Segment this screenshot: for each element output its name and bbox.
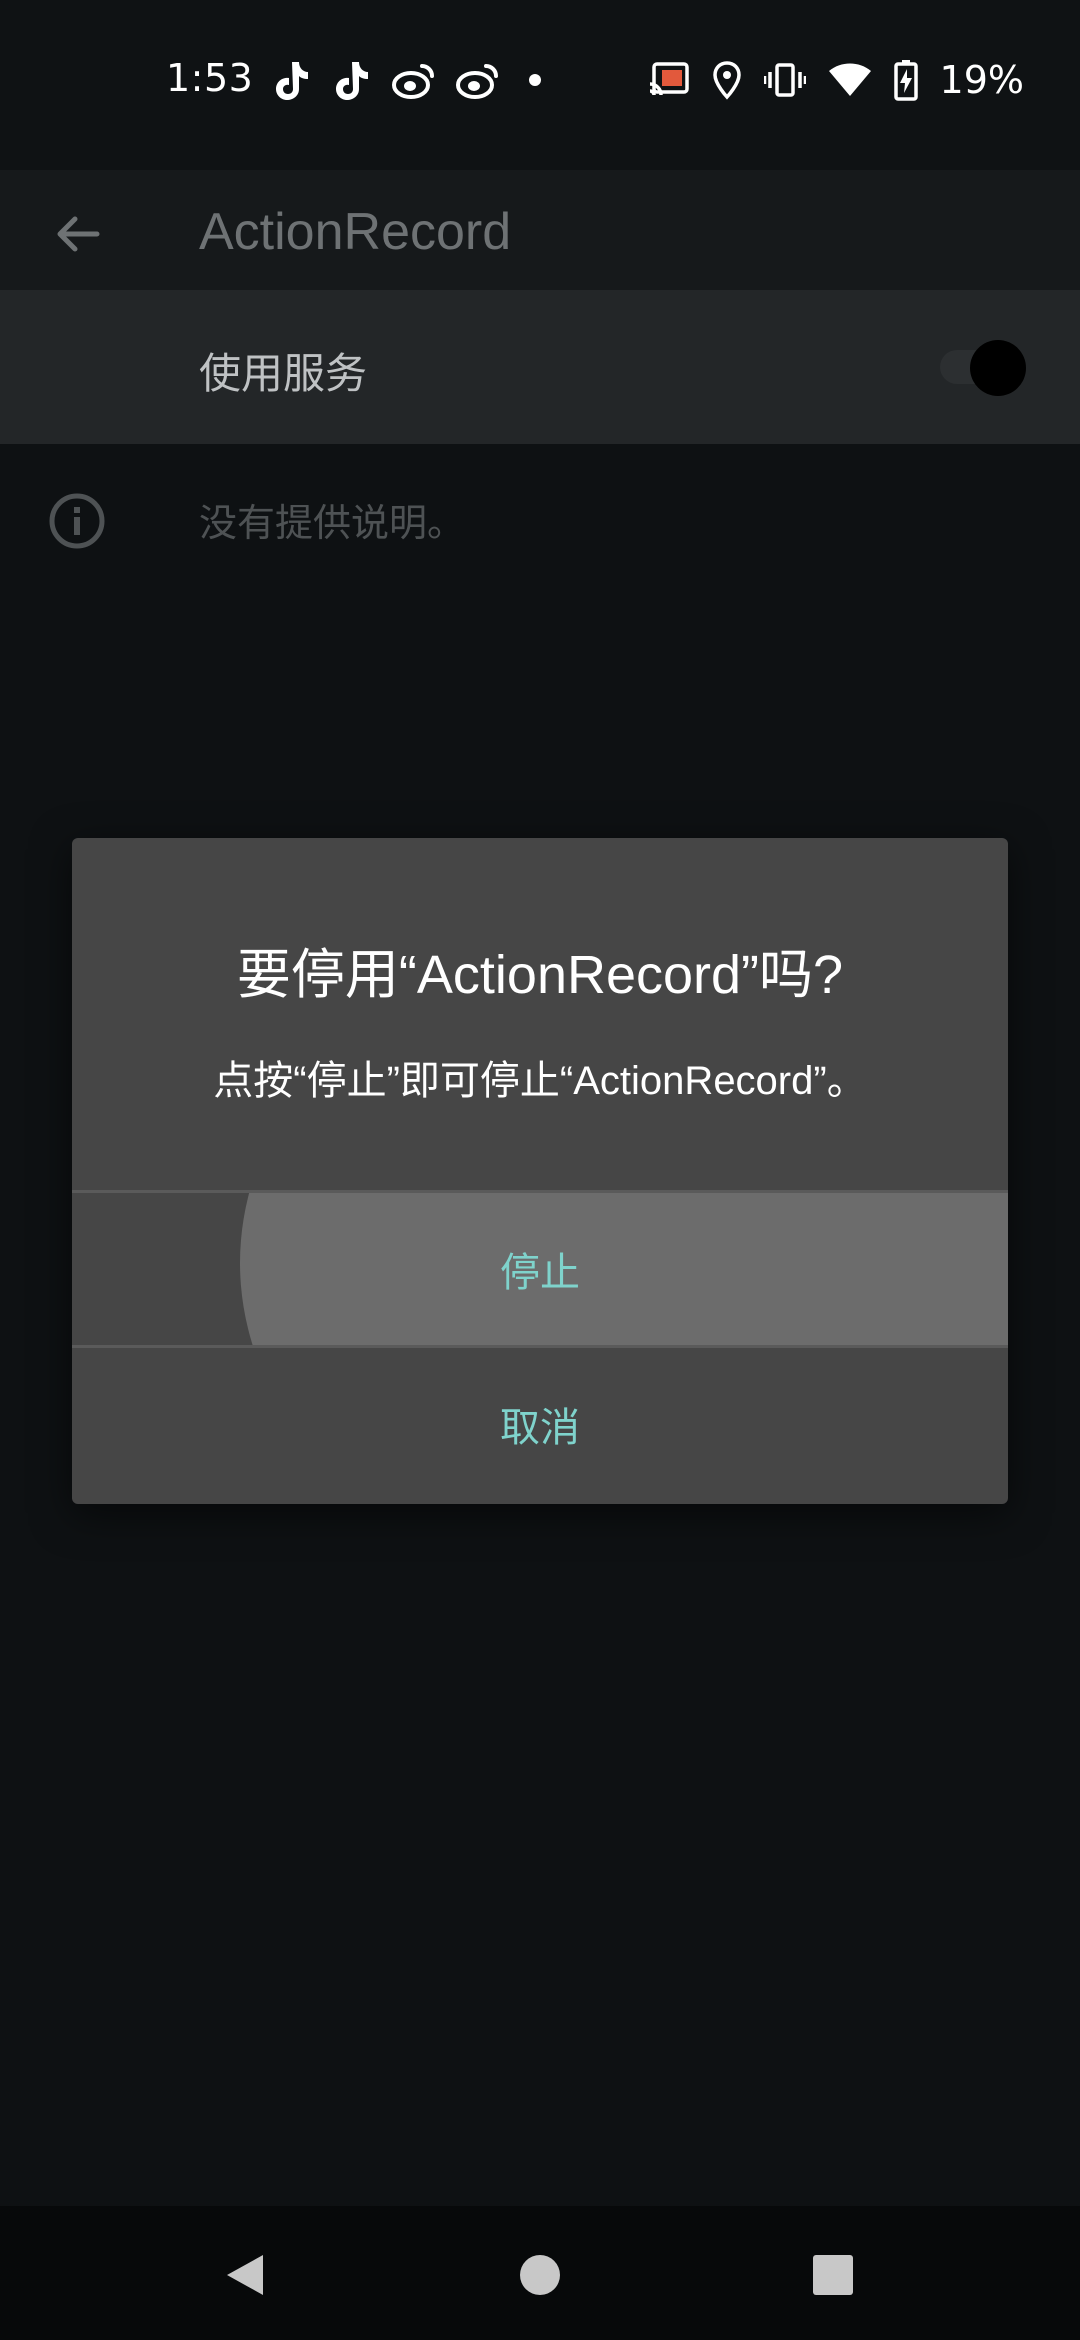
nav-recents-icon — [811, 2253, 855, 2297]
dialog-message: 点按“停止”即可停止“ActionRecord”。 — [213, 1059, 867, 1103]
use-service-label: 使用服务 — [199, 349, 368, 398]
info-icon — [48, 492, 106, 550]
description-text: 没有提供说明。 — [199, 501, 466, 545]
use-service-row[interactable]: 使用服务 — [0, 290, 1080, 444]
notification-icons — [272, 58, 550, 102]
nav-back-button[interactable] — [200, 2230, 290, 2320]
pressed-ripple — [240, 1193, 1008, 1345]
page-title: ActionRecord — [199, 203, 512, 261]
nav-recents-button[interactable] — [788, 2230, 878, 2320]
battery-charging-icon — [893, 59, 918, 101]
stop-button-label: 停止 — [500, 1250, 580, 1296]
system-icons: 19% — [648, 58, 1024, 102]
cancel-button-label: 取消 — [500, 1405, 580, 1451]
weibo-icon — [456, 60, 500, 100]
back-button[interactable] — [40, 196, 116, 272]
status-time: 1:53 — [166, 56, 254, 100]
tiktok-icon — [272, 58, 312, 102]
location-icon — [712, 60, 742, 100]
switch-thumb — [970, 340, 1026, 396]
description-row: 没有提供说明。 — [0, 444, 1080, 594]
stop-button[interactable]: 停止 — [72, 1193, 1008, 1345]
navigation-bar — [0, 2206, 1080, 2340]
app-bar: ActionRecord — [0, 170, 1080, 290]
use-service-switch[interactable] — [938, 340, 1028, 396]
vibrate-icon — [763, 60, 806, 100]
battery-percent: 19% — [939, 58, 1024, 102]
nav-home-icon — [518, 2253, 562, 2297]
status-bar: 1:53 19% — [0, 0, 1080, 170]
wifi-icon — [828, 62, 872, 98]
arrow-back-icon — [53, 209, 103, 259]
tiktok-icon — [332, 58, 372, 102]
cancel-button[interactable]: 取消 — [72, 1348, 1008, 1500]
nav-back-icon — [223, 2251, 267, 2299]
weibo-icon — [392, 60, 436, 100]
dialog-title: 要停用“ActionRecord”吗? — [236, 945, 844, 1005]
notification-dot-icon — [520, 60, 550, 100]
disable-service-dialog: 要停用“ActionRecord”吗? 点按“停止”即可停止“ActionRec… — [72, 838, 1008, 1504]
cast-icon — [648, 61, 690, 99]
nav-home-button[interactable] — [495, 2230, 585, 2320]
